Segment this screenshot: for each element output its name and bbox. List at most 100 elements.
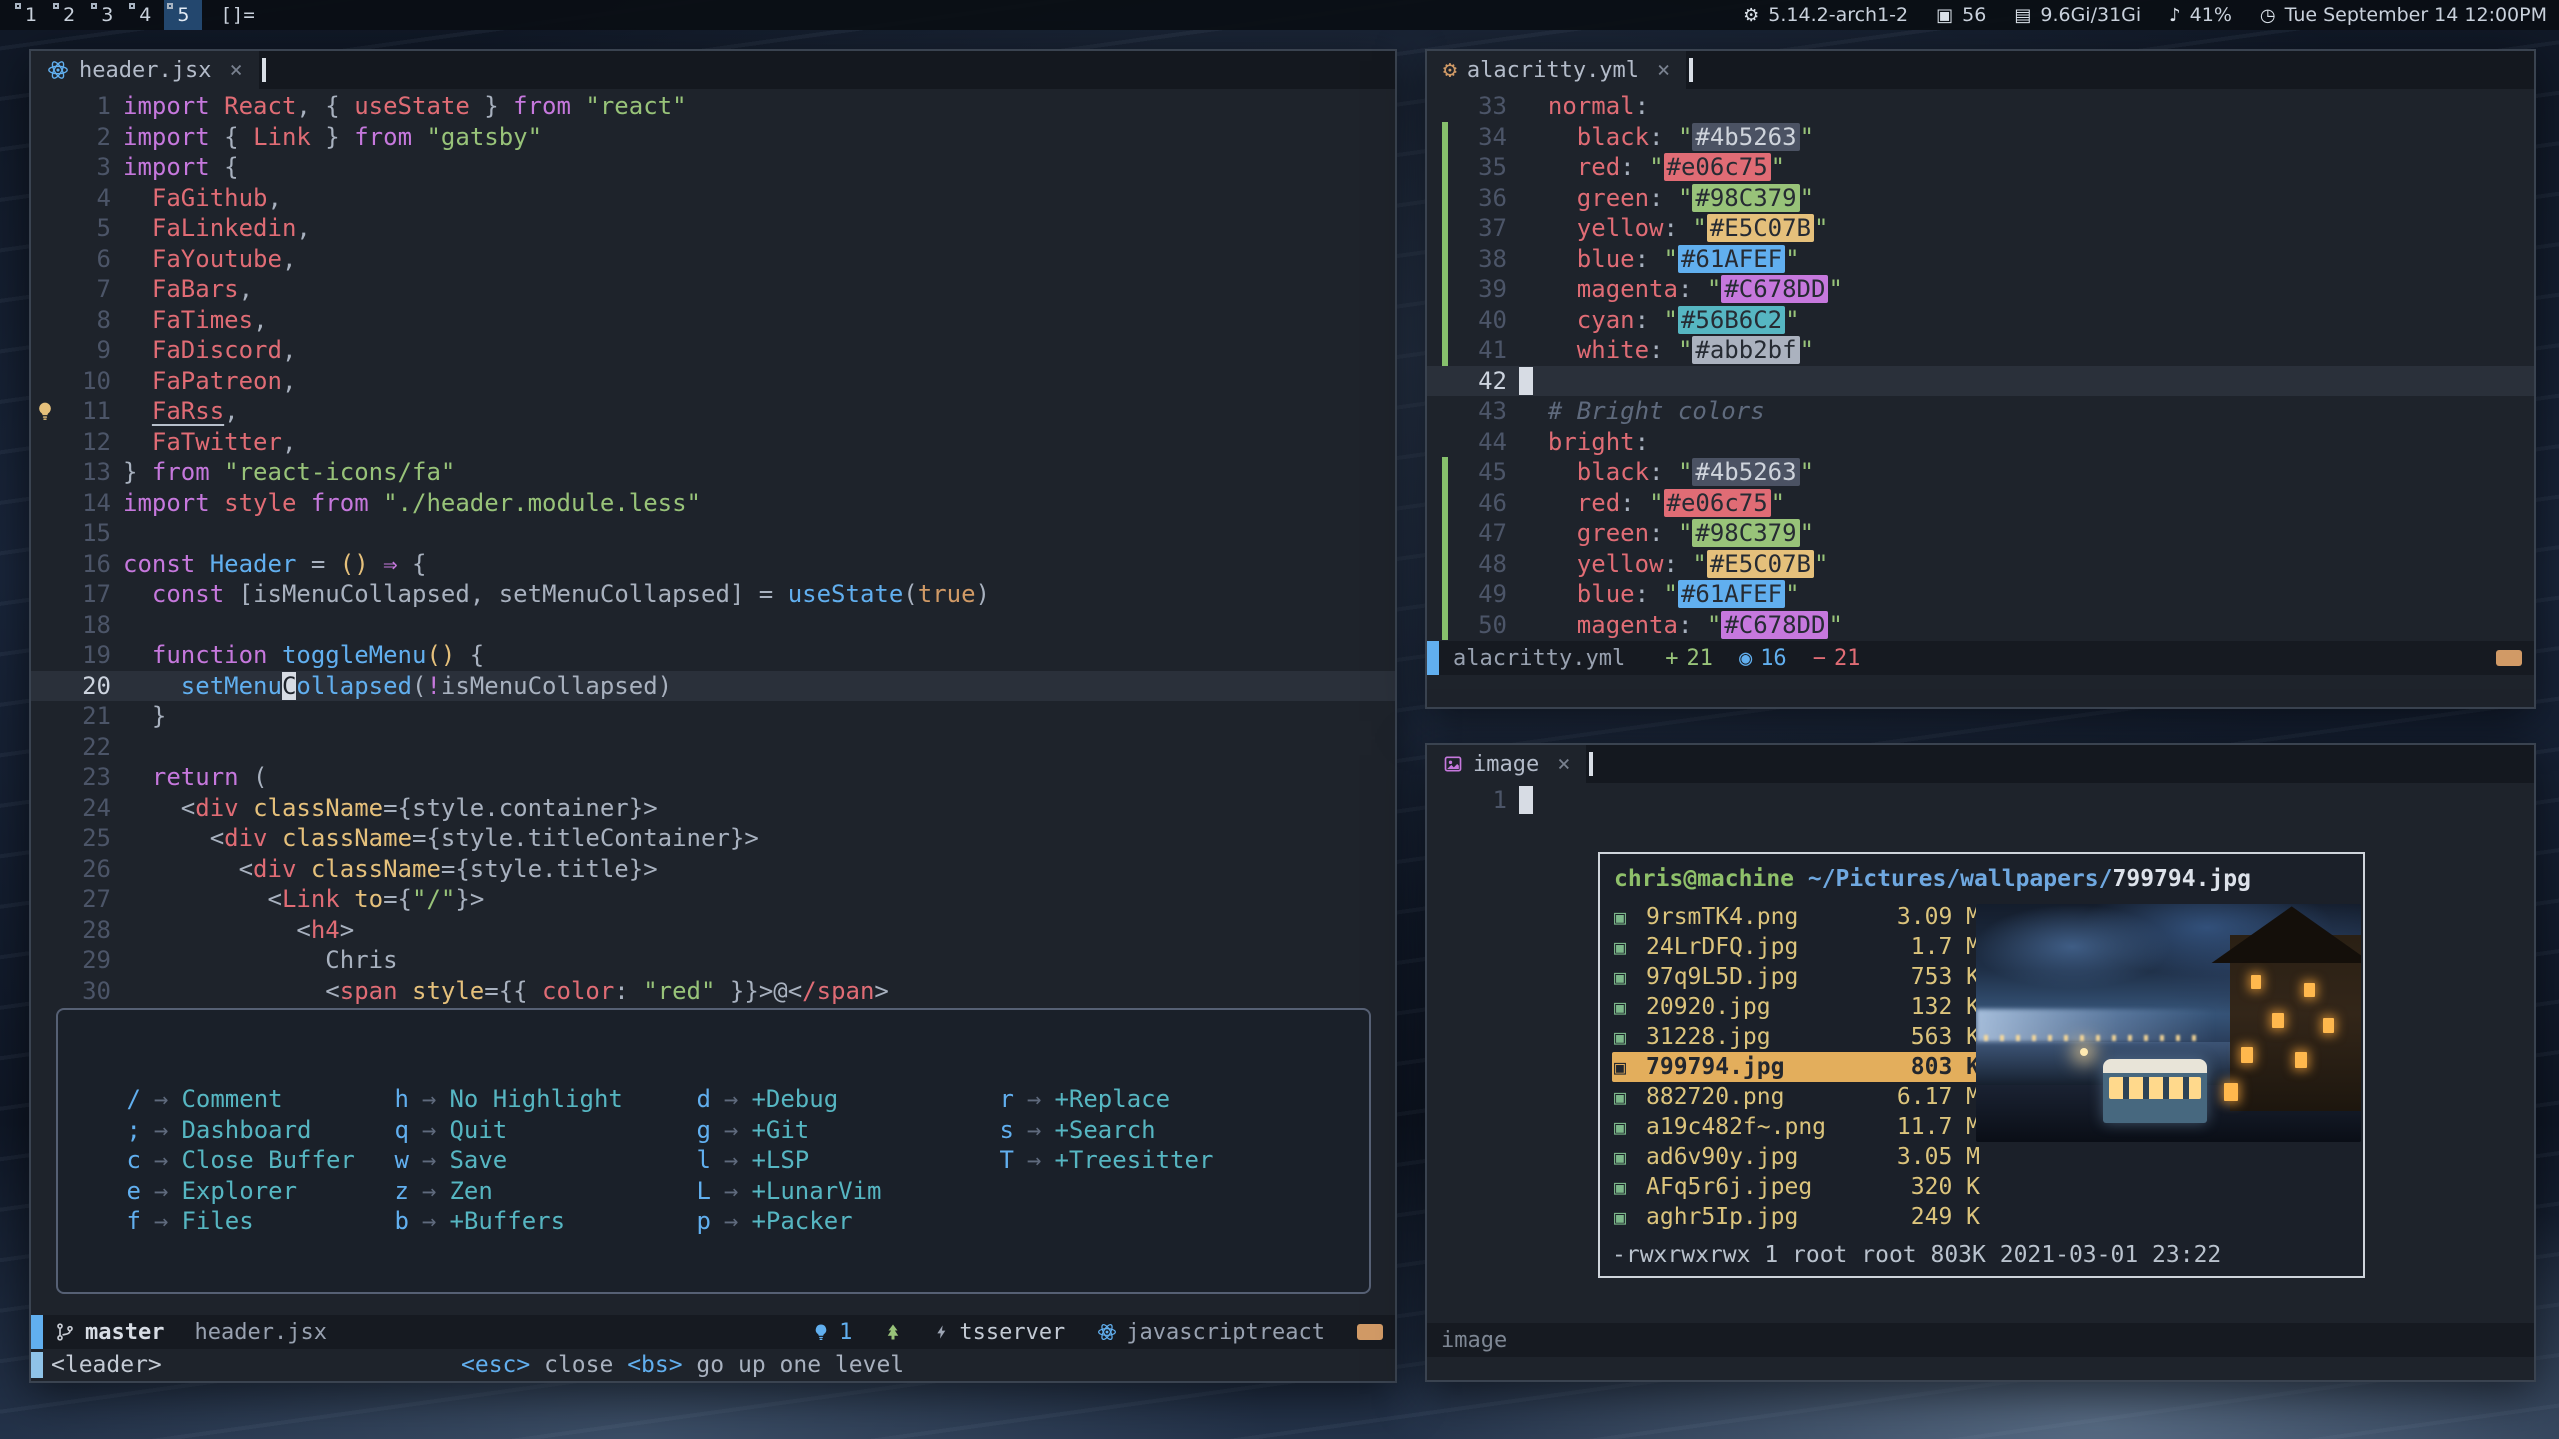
file-row[interactable]: ▣882720.png6.17 M [1612,1082,1986,1112]
whichkey-item[interactable]: q→Quit [394,1115,696,1146]
code-line[interactable]: 41 white: "#abb2bf" [1427,335,2534,366]
code-line[interactable]: 16const Header = () ⇒ { [31,549,1395,580]
line-text: } [123,701,1395,732]
code-line[interactable]: 49 blue: "#61AFEF" [1427,579,2534,610]
whichkey-item[interactable]: p→+Packer [696,1206,999,1237]
code-line[interactable]: 14import style from "./header.module.les… [31,488,1395,519]
file-row[interactable]: ▣799794.jpg803 K [1612,1052,1986,1082]
file-row[interactable]: ▣97q9L5D.jpg753 K [1612,962,1986,992]
whichkey-item[interactable]: s→+Search [999,1115,1369,1146]
workspace-tag-3[interactable]: 3 [88,0,126,30]
sign-column [1427,152,1455,183]
code-line[interactable]: 8 FaTimes, [31,305,1395,336]
code-line[interactable]: 46 red: "#e06c75" [1427,488,2534,519]
code-line[interactable]: 19 function toggleMenu() { [31,640,1395,671]
code-line[interactable]: 21 } [31,701,1395,732]
code-line[interactable]: 2import { Link } from "gatsby" [31,122,1395,153]
code-line[interactable]: 1 [1427,785,2534,816]
git-branch-name[interactable]: master [85,1320,164,1345]
workspace-tag-5[interactable]: 5 [164,0,202,30]
code-line[interactable]: 30 <span style={{ color: "red" }}>@</spa… [31,976,1395,1007]
code-line[interactable]: 6 FaYoutube, [31,244,1395,275]
whichkey-item[interactable]: L→+LunarVim [696,1176,999,1207]
whichkey-item[interactable]: b→+Buffers [394,1206,696,1237]
whichkey-item[interactable]: g→+Git [696,1115,999,1146]
code-line[interactable]: 4 FaGithub, [31,183,1395,214]
code-line[interactable]: 5 FaLinkedin, [31,213,1395,244]
file-row[interactable]: ▣31228.jpg563 K [1612,1022,1986,1052]
code-line[interactable]: 50 magenta: "#C678DD" [1427,610,2534,641]
tab-image[interactable]: image × [1427,745,1586,783]
tab-header-jsx[interactable]: header.jsx × [31,51,259,89]
sign-column [1427,183,1455,214]
whichkey-item[interactable]: z→Zen [394,1176,696,1207]
code-line[interactable]: 27 <Link to={"/"}> [31,884,1395,915]
command-line[interactable]: <leader> <esc> close <bs> go up one leve… [31,1349,1395,1381]
code-line[interactable]: 22 [31,732,1395,763]
file-row[interactable]: ▣a19c482f~.png11.7 M [1612,1112,1986,1142]
whichkey-item[interactable]: w→Save [394,1145,696,1176]
whichkey-item[interactable]: d→+Debug [696,1084,999,1115]
code-line[interactable]: 38 blue: "#61AFEF" [1427,244,2534,275]
whichkey-item[interactable]: f→Files [126,1206,394,1237]
code-line[interactable]: 25 <div className={style.titleContainer}… [31,823,1395,854]
statusline-right-group [2496,650,2522,666]
code-line[interactable]: 24 <div className={style.container}> [31,793,1395,824]
code-line[interactable]: 40 cyan: "#56B6C2" [1427,305,2534,336]
code-line[interactable]: 34 black: "#4b5263" [1427,122,2534,153]
code-line[interactable]: 44 bright: [1427,427,2534,458]
layout-indicator[interactable]: []= [202,4,272,26]
arrow-icon: → [141,1176,181,1207]
code-line[interactable]: 28 <h4> [31,915,1395,946]
whichkey-label: +Replace [1054,1084,1170,1115]
whichkey-item[interactable]: /→Comment [126,1084,394,1115]
file-row[interactable]: ▣20920.jpg132 K [1612,992,1986,1022]
code-line[interactable]: 18 [31,610,1395,641]
whichkey-item[interactable]: r→+Replace [999,1084,1369,1115]
code-line[interactable]: 47 green: "#98C379" [1427,518,2534,549]
file-row[interactable]: ▣aghr5Ip.jpg249 K [1612,1202,1986,1232]
lf-path-header: chris@machine ~/Pictures/wallpapers/7997… [1614,864,2349,894]
workspace-tag-4[interactable]: 4 [126,0,164,30]
line-number: 30 [59,976,123,1007]
code-line[interactable]: 43 # Bright colors [1427,396,2534,427]
close-icon[interactable]: × [1557,752,1570,777]
whichkey-item[interactable]: c→Close Buffer [126,1145,394,1176]
workspace-tag-2[interactable]: 2 [50,0,88,30]
code-line[interactable]: 9 FaDiscord, [31,335,1395,366]
code-line[interactable]: 17 const [isMenuCollapsed, setMenuCollap… [31,579,1395,610]
code-line[interactable]: 36 green: "#98C379" [1427,183,2534,214]
code-line[interactable]: 35 red: "#e06c75" [1427,152,2534,183]
code-line[interactable]: 3import { [31,152,1395,183]
workspace-tag-1[interactable]: 1 [12,0,50,30]
code-line[interactable]: 42 [1427,366,2534,397]
code-line[interactable]: 39 magenta: "#C678DD" [1427,274,2534,305]
code-line[interactable]: 20 setMenuCollapsed(!isMenuCollapsed) [31,671,1395,702]
code-line[interactable]: 11 FaRss, [31,396,1395,427]
code-line[interactable]: 29 Chris [31,945,1395,976]
code-line[interactable]: 12 FaTwitter, [31,427,1395,458]
tab-alacritty-yml[interactable]: ⚙ alacritty.yml × [1427,51,1686,89]
code-line[interactable]: 33 normal: [1427,91,2534,122]
code-line[interactable]: 7 FaBars, [31,274,1395,305]
file-row[interactable]: ▣24LrDFQ.jpg1.7 M [1612,932,1986,962]
code-line[interactable]: 23 return ( [31,762,1395,793]
file-row[interactable]: ▣ad6v90y.jpg3.05 M [1612,1142,1986,1172]
code-line[interactable]: 37 yellow: "#E5C07B" [1427,213,2534,244]
file-row[interactable]: ▣9rsmTK4.png3.09 M [1612,902,1986,932]
close-icon[interactable]: × [229,58,242,83]
whichkey-item[interactable]: e→Explorer [126,1176,394,1207]
file-row[interactable]: ▣AFq5r6j.jpeg320 K [1612,1172,1986,1202]
code-line[interactable]: 45 black: "#4b5263" [1427,457,2534,488]
whichkey-item[interactable]: l→+LSP [696,1145,999,1176]
code-line[interactable]: 48 yellow: "#E5C07B" [1427,549,2534,580]
code-line[interactable]: 13} from "react-icons/fa" [31,457,1395,488]
code-line[interactable]: 15 [31,518,1395,549]
whichkey-item[interactable]: ;→Dashboard [126,1115,394,1146]
code-line[interactable]: 10 FaPatreon, [31,366,1395,397]
code-line[interactable]: 26 <div className={style.title}> [31,854,1395,885]
whichkey-item[interactable]: h→No Highlight [394,1084,696,1115]
code-line[interactable]: 1import React, { useState } from "react" [31,91,1395,122]
whichkey-item[interactable]: T→+Treesitter [999,1145,1369,1176]
close-icon[interactable]: × [1657,58,1670,83]
